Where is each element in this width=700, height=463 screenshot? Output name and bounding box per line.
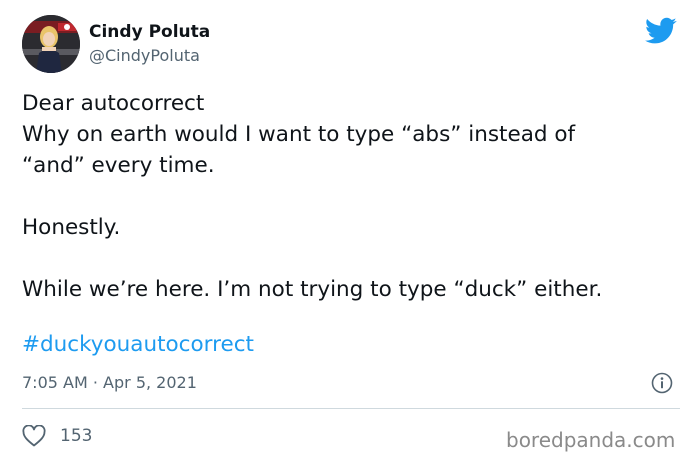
tweet-timestamp[interactable]: 7:05 AM · Apr 5, 2021: [22, 373, 197, 392]
meta-separator: ·: [92, 373, 98, 392]
tweet-line: Why on earth would I want to type “abs” …: [22, 122, 576, 147]
author-name[interactable]: Cindy Poluta: [89, 22, 210, 42]
author-handle[interactable]: @CindyPoluta: [89, 46, 200, 65]
divider: [22, 408, 680, 409]
heart-icon[interactable]: [22, 425, 46, 447]
avatar-image: [22, 15, 80, 73]
twitter-bird-icon[interactable]: [645, 17, 677, 45]
info-icon[interactable]: [651, 372, 673, 394]
tweet-line: Honestly.: [22, 215, 121, 240]
tweet-line: While we’re here. I’m not trying to type…: [22, 277, 603, 302]
tweet-line: “and” every time.: [22, 153, 215, 178]
like-count[interactable]: 153: [60, 426, 92, 446]
tweet-line: Dear autocorrect: [22, 91, 205, 116]
tweet-time: 7:05 AM: [22, 373, 88, 392]
avatar[interactable]: [22, 15, 80, 73]
hashtag-link[interactable]: #duckyouautocorrect: [22, 332, 254, 357]
tweet-date: Apr 5, 2021: [103, 373, 197, 392]
tweet-text: Dear autocorrect Why on earth would I wa…: [22, 88, 682, 305]
source-watermark: boredpanda.com: [506, 428, 676, 452]
